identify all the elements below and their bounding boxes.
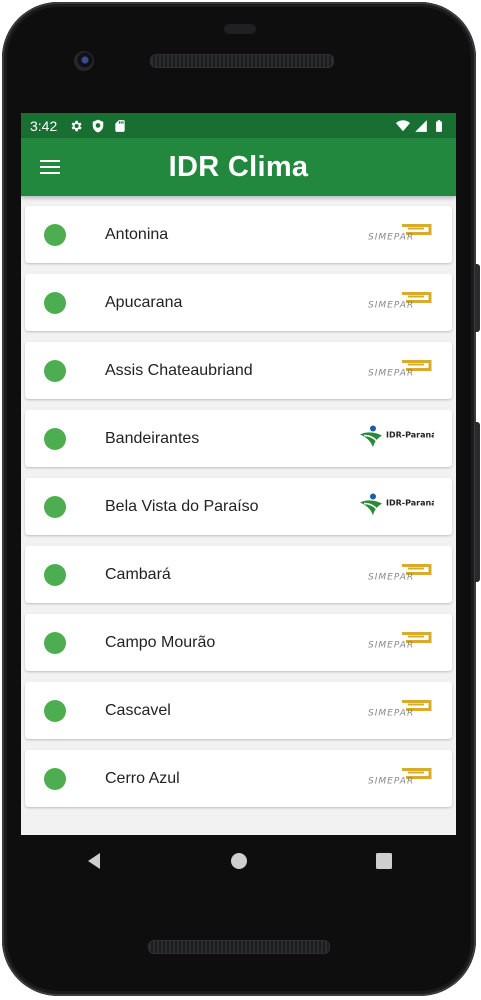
menu-icon[interactable]	[38, 155, 62, 179]
power-button	[475, 264, 480, 332]
status-indicator	[44, 699, 66, 722]
status-indicator	[44, 291, 66, 314]
svg-text:IDR-Paraná: IDR-Paraná	[386, 498, 434, 507]
back-icon[interactable]	[74, 841, 114, 881]
station-row[interactable]: Apucarana SIMEPAR	[25, 274, 452, 331]
status-time: 3:42	[30, 117, 58, 134]
svg-text:IDR-Paraná: IDR-Paraná	[386, 430, 434, 439]
sd-card-icon	[115, 119, 125, 132]
status-indicator	[44, 427, 66, 450]
navigation-bar	[21, 835, 456, 887]
top-speaker	[150, 54, 334, 68]
home-icon[interactable]	[219, 841, 259, 881]
svg-text:SIMEPAR: SIMEPAR	[368, 708, 414, 717]
station-row[interactable]: Campo Mourão SIMEPAR	[25, 614, 452, 671]
station-row[interactable]: Cascavel SIMEPAR	[25, 682, 452, 739]
station-row[interactable]: Cambará SIMEPAR	[25, 546, 452, 603]
status-indicator	[44, 223, 66, 246]
status-indicator	[44, 359, 66, 382]
station-name: Bandeirantes	[105, 429, 200, 447]
front-camera	[74, 51, 94, 71]
volume-button	[475, 422, 480, 582]
station-name: Bela Vista do Paraíso	[105, 497, 259, 515]
recents-icon[interactable]	[364, 841, 404, 881]
station-name: Cascavel	[105, 701, 171, 719]
bottom-speaker	[148, 940, 330, 954]
screen: 3:42 IDR Clima Antonina SIMEPAR Apucaran…	[21, 113, 456, 835]
idr-parana-logo: IDR-Paraná	[360, 424, 437, 453]
station-row[interactable]: Bela Vista do Paraíso IDR-Paraná	[25, 478, 452, 535]
station-name: Cerro Azul	[105, 769, 180, 787]
status-indicator	[44, 563, 66, 586]
shield-icon	[93, 119, 104, 132]
svg-text:SIMEPAR: SIMEPAR	[368, 368, 414, 377]
simepar-logo: SIMEPAR	[368, 359, 434, 382]
wifi-icon	[396, 119, 410, 131]
station-name: Campo Mourão	[105, 633, 216, 651]
svg-text:SIMEPAR: SIMEPAR	[368, 572, 414, 581]
earpiece-slot	[224, 24, 256, 34]
station-row[interactable]: Assis Chateaubriand SIMEPAR	[25, 342, 452, 399]
simepar-logo: SIMEPAR	[368, 563, 434, 586]
status-bar: 3:42	[21, 113, 456, 138]
simepar-logo: SIMEPAR	[368, 631, 434, 654]
simepar-logo: SIMEPAR	[368, 767, 434, 790]
app-title: IDR Clima	[168, 150, 309, 183]
app-bar: IDR Clima	[21, 138, 456, 196]
idr-parana-logo: IDR-Paraná	[360, 492, 437, 521]
svg-text:SIMEPAR: SIMEPAR	[368, 300, 414, 309]
station-name: Antonina	[105, 225, 169, 243]
simepar-logo: SIMEPAR	[368, 699, 434, 722]
status-indicator	[44, 767, 66, 790]
battery-icon	[436, 119, 442, 132]
status-indicator	[44, 495, 66, 518]
station-row[interactable]: Cerro Azul SIMEPAR	[25, 750, 452, 807]
station-name: Assis Chateaubriand	[105, 361, 253, 379]
simepar-logo: SIMEPAR	[368, 291, 434, 314]
svg-text:SIMEPAR: SIMEPAR	[368, 232, 414, 241]
svg-text:SIMEPAR: SIMEPAR	[368, 640, 414, 649]
station-row[interactable]: Antonina SIMEPAR	[25, 206, 452, 263]
status-indicator	[44, 631, 66, 654]
station-name: Cambará	[105, 565, 171, 583]
station-name: Apucarana	[105, 293, 183, 311]
station-list: Antonina SIMEPAR Apucarana SIMEPAR Assis…	[21, 196, 456, 807]
simepar-logo: SIMEPAR	[368, 223, 434, 246]
svg-text:SIMEPAR: SIMEPAR	[368, 776, 414, 785]
station-row[interactable]: Bandeirantes IDR-Paraná	[25, 410, 452, 467]
signal-icon	[415, 119, 427, 132]
gear-icon	[71, 120, 82, 131]
